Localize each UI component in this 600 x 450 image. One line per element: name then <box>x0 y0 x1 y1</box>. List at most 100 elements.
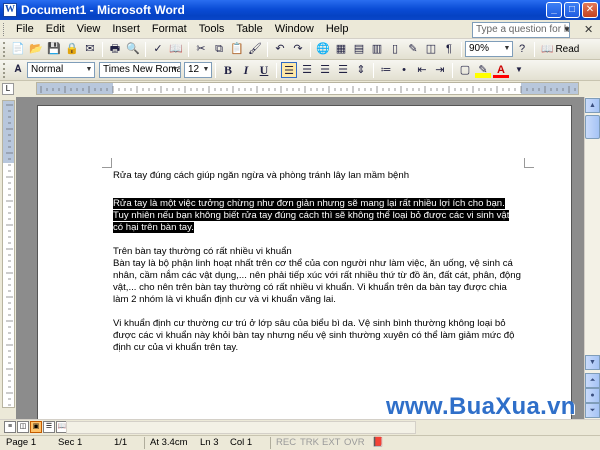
toolbar-grip[interactable] <box>3 41 6 57</box>
selected-paragraph[interactable]: Rửa tay là một việc tưởng chừng như đơn … <box>113 198 523 234</box>
font-size-dropdown-icon[interactable]: ▼ <box>201 63 211 77</box>
menu-format[interactable]: Format <box>146 23 193 35</box>
cut-icon[interactable]: ✂ <box>193 41 209 57</box>
horizontal-scrollbar[interactable] <box>66 421 416 434</box>
bullets-icon[interactable]: • <box>396 62 412 78</box>
read-button[interactable]: 📖 Read <box>538 44 582 55</box>
separator <box>534 41 535 57</box>
scroll-thumb[interactable] <box>585 115 600 139</box>
tables-borders-icon[interactable]: ▦ <box>333 41 349 57</box>
help-dropdown-arrow-icon[interactable]: ▼ <box>563 22 573 38</box>
copy-icon[interactable]: ⧉ <box>211 41 227 57</box>
insert-table-icon[interactable]: ▤ <box>351 41 367 57</box>
previous-page-icon[interactable]: ⏶ <box>585 373 600 388</box>
word-app-icon[interactable]: W <box>3 3 17 17</box>
italic-button[interactable]: I <box>238 62 254 78</box>
show-hide-icon[interactable]: ¶ <box>441 41 457 57</box>
menu-table[interactable]: Table <box>230 23 268 35</box>
font-color-icon[interactable]: A <box>493 62 509 78</box>
save-icon[interactable]: 💾 <box>46 41 62 57</box>
view-row: ≡ ◫ ▣ ☰ 📖 <box>0 419 600 435</box>
document-area[interactable]: Rửa tay đúng cách giúp ngăn ngừa và phòn… <box>16 97 584 419</box>
menu-tools[interactable]: Tools <box>193 23 231 35</box>
highlight-icon[interactable]: ✎ <box>475 62 491 78</box>
document-map-icon[interactable]: ◫ <box>423 41 439 57</box>
menu-file[interactable]: File <box>10 23 40 35</box>
columns-icon[interactable]: ▯ <box>387 41 403 57</box>
redo-icon[interactable]: ↷ <box>290 41 306 57</box>
document-close-icon[interactable]: ✕ <box>584 23 593 36</box>
menu-edit[interactable]: Edit <box>40 23 71 35</box>
style-select[interactable]: Normal ▼ <box>27 62 95 78</box>
next-page-icon[interactable]: ⏷ <box>585 403 600 418</box>
spelling-icon[interactable]: ✓ <box>150 41 166 57</box>
menu-grip[interactable] <box>3 22 6 36</box>
document-body[interactable]: Rửa tay đúng cách giúp ngăn ngừa và phòn… <box>113 170 523 354</box>
tab-selector[interactable]: L <box>2 83 14 95</box>
paste-icon[interactable]: 📋 <box>229 41 245 57</box>
status-bar: Page 1 Sec 1 1/1 At 3.4cm Ln 3 Col 1 REC… <box>0 435 600 450</box>
font-select[interactable]: Times New Roman ▼ <box>99 62 181 78</box>
select-browse-object-icon[interactable]: ● <box>585 388 600 403</box>
permission-icon[interactable]: 🔒 <box>64 41 80 57</box>
print-preview-icon[interactable]: 🔍 <box>125 41 141 57</box>
document-page[interactable]: Rửa tay đúng cách giúp ngăn ngừa và phòn… <box>37 105 572 419</box>
align-right-icon[interactable]: ☰ <box>317 62 333 78</box>
separator <box>373 62 374 78</box>
line-spacing-icon[interactable]: ⇕ <box>353 62 369 78</box>
email-icon[interactable]: ✉ <box>82 41 98 57</box>
menu-view[interactable]: View <box>71 23 107 35</box>
font-size-select[interactable]: 12 ▼ <box>184 62 212 78</box>
status-rec[interactable]: REC <box>276 436 296 450</box>
maximize-button[interactable]: □ <box>564 2 580 18</box>
status-trk[interactable]: TRK <box>300 436 319 450</box>
insert-excel-icon[interactable]: ▥ <box>369 41 385 57</box>
print-icon[interactable]: 🖶 <box>107 41 123 57</box>
borders-icon[interactable]: ▢ <box>457 62 473 78</box>
font-dropdown-icon[interactable]: ▼ <box>170 63 180 77</box>
underline-button[interactable]: U <box>256 62 272 78</box>
spelling-status-icon[interactable]: 📕 <box>372 436 384 450</box>
numbering-icon[interactable]: ≔ <box>378 62 394 78</box>
help-icon[interactable]: ? <box>514 41 530 57</box>
web-layout-icon[interactable]: ◫ <box>17 421 29 433</box>
print-layout-icon[interactable]: ▣ <box>30 421 42 433</box>
outline-view-icon[interactable]: ☰ <box>43 421 55 433</box>
font-color-dropdown-icon[interactable]: ▼ <box>511 62 527 78</box>
toolbar-grip[interactable] <box>3 62 6 78</box>
status-ext[interactable]: EXT <box>322 436 340 450</box>
zoom-select[interactable]: 90% ▼ <box>465 41 513 57</box>
scroll-down-icon[interactable]: ▼ <box>585 355 600 370</box>
research-icon[interactable]: 📖 <box>168 41 184 57</box>
vertical-scrollbar[interactable]: ▲ ▼ ⏶ ● ⏷ <box>584 97 600 419</box>
styles-formatting-icon[interactable]: 𝐀 <box>10 62 26 78</box>
status-ovr[interactable]: OVR <box>344 436 365 450</box>
close-button[interactable]: ✕ <box>582 2 598 18</box>
horizontal-ruler[interactable] <box>36 82 579 95</box>
separator <box>144 437 145 449</box>
separator <box>145 41 146 57</box>
menu-help[interactable]: Help <box>320 23 355 35</box>
minimize-button[interactable]: _ <box>546 2 562 18</box>
hyperlink-icon[interactable]: 🌐 <box>315 41 331 57</box>
bold-button[interactable]: B <box>220 62 236 78</box>
increase-indent-icon[interactable]: ⇥ <box>432 62 448 78</box>
align-center-icon[interactable]: ☰ <box>299 62 315 78</box>
menu-window[interactable]: Window <box>269 23 320 35</box>
status-pages: 1/1 <box>114 437 128 448</box>
format-painter-icon[interactable]: 🖌 <box>247 41 263 57</box>
vertical-ruler[interactable] <box>2 100 15 408</box>
scroll-up-icon[interactable]: ▲ <box>585 98 600 113</box>
style-dropdown-icon[interactable]: ▼ <box>84 63 94 77</box>
menu-insert[interactable]: Insert <box>106 23 146 35</box>
decrease-indent-icon[interactable]: ⇤ <box>414 62 430 78</box>
normal-view-icon[interactable]: ≡ <box>4 421 16 433</box>
new-document-icon[interactable]: 📄 <box>10 41 26 57</box>
drawing-icon[interactable]: ✎ <box>405 41 421 57</box>
undo-icon[interactable]: ↶ <box>272 41 288 57</box>
help-search-input[interactable]: Type a question for help <box>472 22 570 38</box>
align-left-icon[interactable]: ☰ <box>281 62 297 78</box>
justify-icon[interactable]: ☰ <box>335 62 351 78</box>
zoom-dropdown-icon[interactable]: ▼ <box>502 42 512 56</box>
open-folder-icon[interactable]: 📂 <box>28 41 44 57</box>
